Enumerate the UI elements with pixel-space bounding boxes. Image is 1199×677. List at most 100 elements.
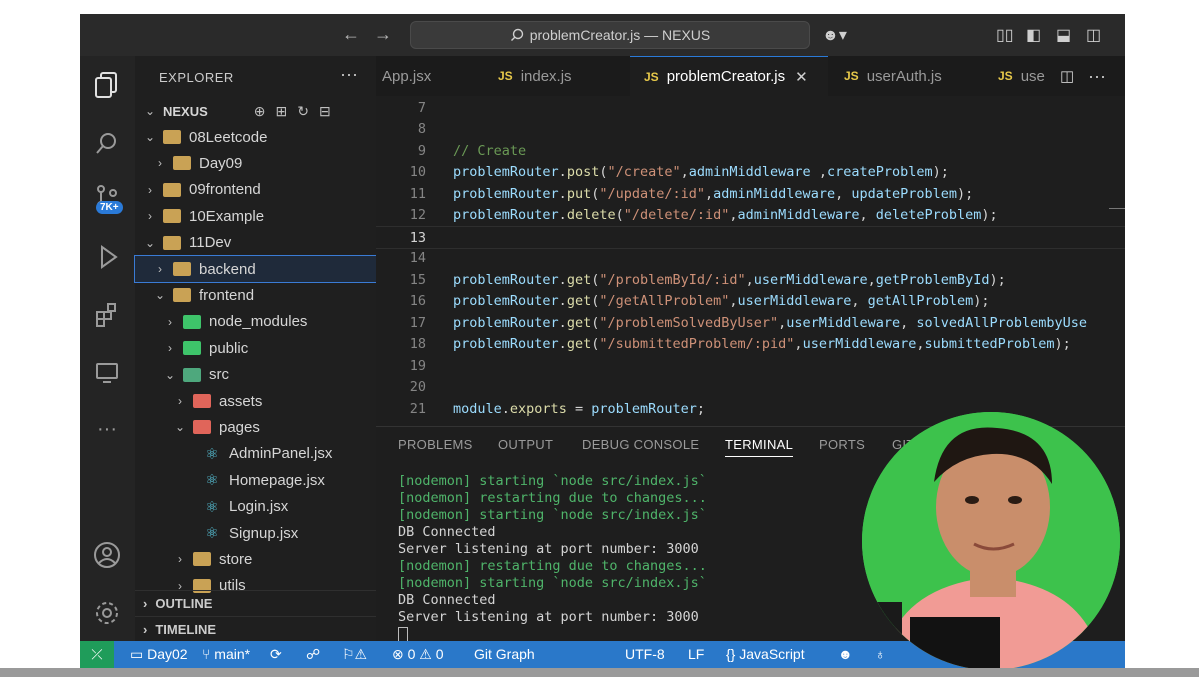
outline-section[interactable]: › OUTLINE <box>135 590 376 616</box>
tree-item-label: backend <box>199 260 256 278</box>
panel-tab-ports[interactable]: PORTS <box>819 437 865 452</box>
editor-tabs: App.jsx JS index.js JS problemCreator.js… <box>376 56 1125 97</box>
chevron-down-icon: ⌄ <box>144 104 156 118</box>
line-number: 18 <box>409 336 426 352</box>
copilot-status-icon[interactable]: ☻ <box>838 646 853 662</box>
panel-tab-terminal[interactable]: TERMINAL <box>725 437 794 457</box>
chevron-right-icon: › <box>158 156 162 171</box>
problems-status[interactable]: ⊗ 0 ⚠ 0 <box>392 646 444 663</box>
toggle-secondary-sidebar-icon[interactable]: ◫ <box>1086 25 1101 45</box>
terminal-line: DB Connected <box>398 524 496 540</box>
forward-arrow-icon[interactable]: → <box>374 24 392 45</box>
terminal-line: Server listening at port number: 3000 <box>398 541 699 557</box>
panel-tab-debug-console[interactable]: DEBUG CONSOLE <box>582 437 699 452</box>
folder-icon <box>163 130 181 144</box>
toggle-panel-icon[interactable]: ⬓ <box>1056 25 1071 45</box>
code-text: problemRouter.get("/problemSolvedByUser"… <box>453 314 1088 331</box>
tree-item[interactable]: ⌄ frontend <box>135 282 376 308</box>
explorer-icon[interactable] <box>90 68 124 102</box>
back-arrow-icon[interactable]: ← <box>342 24 360 45</box>
tree-item[interactable]: › assets <box>135 388 376 414</box>
chevron-right-icon: › <box>143 596 148 611</box>
explorer-actions-icons[interactable]: ⊕⊞↻⊟ <box>254 103 341 120</box>
tree-item[interactable]: ⚛ Homepage.jsx <box>135 467 376 493</box>
customize-layout-icon[interactable]: ▯▯ <box>996 25 1014 45</box>
tab-overflow[interactable]: JS use <box>998 56 1045 96</box>
code-text: problemRouter.post("/create",adminMiddle… <box>453 164 949 180</box>
workspace-root[interactable]: ⌄ NEXUS ⊕⊞↻⊟ <box>135 98 376 124</box>
search-icon[interactable] <box>90 126 124 160</box>
code-text: problemRouter.get("/submittedProblem/:pi… <box>453 336 1071 352</box>
split-editor-icon[interactable]: ◫ <box>1060 56 1074 96</box>
tree-item[interactable]: ⌄ 11Dev <box>135 230 376 256</box>
line-number: 9 <box>417 142 426 159</box>
eol-status[interactable]: LF <box>688 646 704 662</box>
tree-item[interactable]: › store <box>135 546 376 572</box>
run-debug-icon[interactable] <box>90 240 124 274</box>
js-icon: JS <box>844 69 859 83</box>
editor-more-icon[interactable]: ··· <box>1088 56 1106 96</box>
warning-count: 0 <box>435 646 444 662</box>
tree-item[interactable]: ⌄ src <box>135 362 376 388</box>
tree-item[interactable]: › backend <box>134 255 377 283</box>
settings-gear-icon[interactable] <box>90 596 124 630</box>
copilot-icon[interactable]: ☻▾ <box>822 25 847 45</box>
error-count: 0 <box>407 646 416 662</box>
toggle-sidebar-icon[interactable]: ◧ <box>1026 25 1041 45</box>
ports-warning-icon[interactable]: ⚐⚠ <box>342 646 367 663</box>
react-file-icon: ⚛ <box>205 525 219 542</box>
language-label: JavaScript <box>739 646 805 662</box>
tab-app-jsx[interactable]: App.jsx <box>382 56 431 96</box>
tree-item[interactable]: › 10Example <box>135 203 376 229</box>
tree-item[interactable]: › node_modules <box>135 309 376 335</box>
terminal-output[interactable]: [nodemon] starting `node src/index.js` [n… <box>398 473 707 626</box>
tree-item[interactable]: ⚛ Signup.jsx <box>135 520 376 546</box>
tab-userauth-js[interactable]: JS userAuth.js <box>844 56 942 96</box>
git-icon[interactable]: ☍ <box>306 646 320 663</box>
panel-tab-output[interactable]: OUTPUT <box>498 437 553 452</box>
tab-problemcreator-js[interactable]: JS problemCreator.js ✕ <box>630 56 828 96</box>
terminal-line: Server listening at port number: 3000 <box>398 609 699 625</box>
workspace-status[interactable]: ▭ Day02 <box>130 646 188 663</box>
explorer-more-icon[interactable]: ··· <box>340 64 358 85</box>
chevron-down-icon: ⌄ <box>144 130 156 144</box>
tree-item-label: assets <box>219 392 263 410</box>
close-tab-icon[interactable]: ✕ <box>795 68 808 86</box>
tree-item[interactable]: › Day09 <box>135 150 376 176</box>
tree-item[interactable]: ⌄ 08Leetcode <box>135 124 376 150</box>
tree-item[interactable]: ⚛ Login.jsx <box>135 494 376 520</box>
scrollbar-marker <box>1109 208 1125 209</box>
code-editor[interactable]: 7 8 9 // Create 10 problemRouter.post("/creat… <box>376 96 1125 426</box>
tree-item[interactable]: ⌄ pages <box>135 414 376 440</box>
tree-item[interactable]: ⚛ AdminPanel.jsx <box>135 441 376 467</box>
chevron-down-icon: ⌄ <box>174 420 186 435</box>
terminal-line: [nodemon] starting `node src/index.js` <box>398 473 707 489</box>
language-status[interactable]: {} JavaScript <box>726 646 805 662</box>
git-graph-button[interactable]: Git Graph <box>474 646 535 662</box>
tab-index-js[interactable]: JS index.js <box>498 56 572 96</box>
more-icon[interactable]: ··· <box>90 412 124 446</box>
remote-explorer-icon[interactable] <box>90 356 124 390</box>
react-file-icon: ⚛ <box>205 445 219 463</box>
code-text: problemRouter.delete("/delete/:id",admin… <box>453 207 998 223</box>
folder-icon <box>163 182 181 197</box>
code-line: 16 problemRouter.get("/getAllProblem",use… <box>376 291 1125 312</box>
command-center-search[interactable]: problemCreator.js — NEXUS <box>410 21 810 49</box>
timeline-section[interactable]: › TIMELINE <box>135 616 376 642</box>
remote-indicator-icon[interactable]: ⤫ <box>80 641 114 668</box>
tree-item[interactable]: › 09frontend <box>135 177 376 203</box>
line-number: 7 <box>417 99 426 116</box>
tree-item[interactable]: › public <box>135 335 376 361</box>
branch-status[interactable]: ⑂ main* <box>202 646 250 662</box>
chevron-right-icon: › <box>143 622 148 637</box>
panel-tab-problems[interactable]: PROBLEMS <box>398 437 473 452</box>
encoding-status[interactable]: UTF-8 <box>625 646 665 662</box>
source-control-badge: 7K+ <box>96 201 123 214</box>
line-number: 10 <box>409 164 426 180</box>
extensions-icon[interactable] <box>90 298 124 332</box>
sync-icon[interactable]: ⟳ <box>270 646 282 663</box>
terminal-line: [nodemon] starting `node src/index.js` <box>398 507 707 523</box>
notifications-icon[interactable]: ♁ <box>875 646 886 662</box>
chevron-down-icon: ⌄ <box>154 288 166 303</box>
account-icon[interactable] <box>90 538 124 572</box>
